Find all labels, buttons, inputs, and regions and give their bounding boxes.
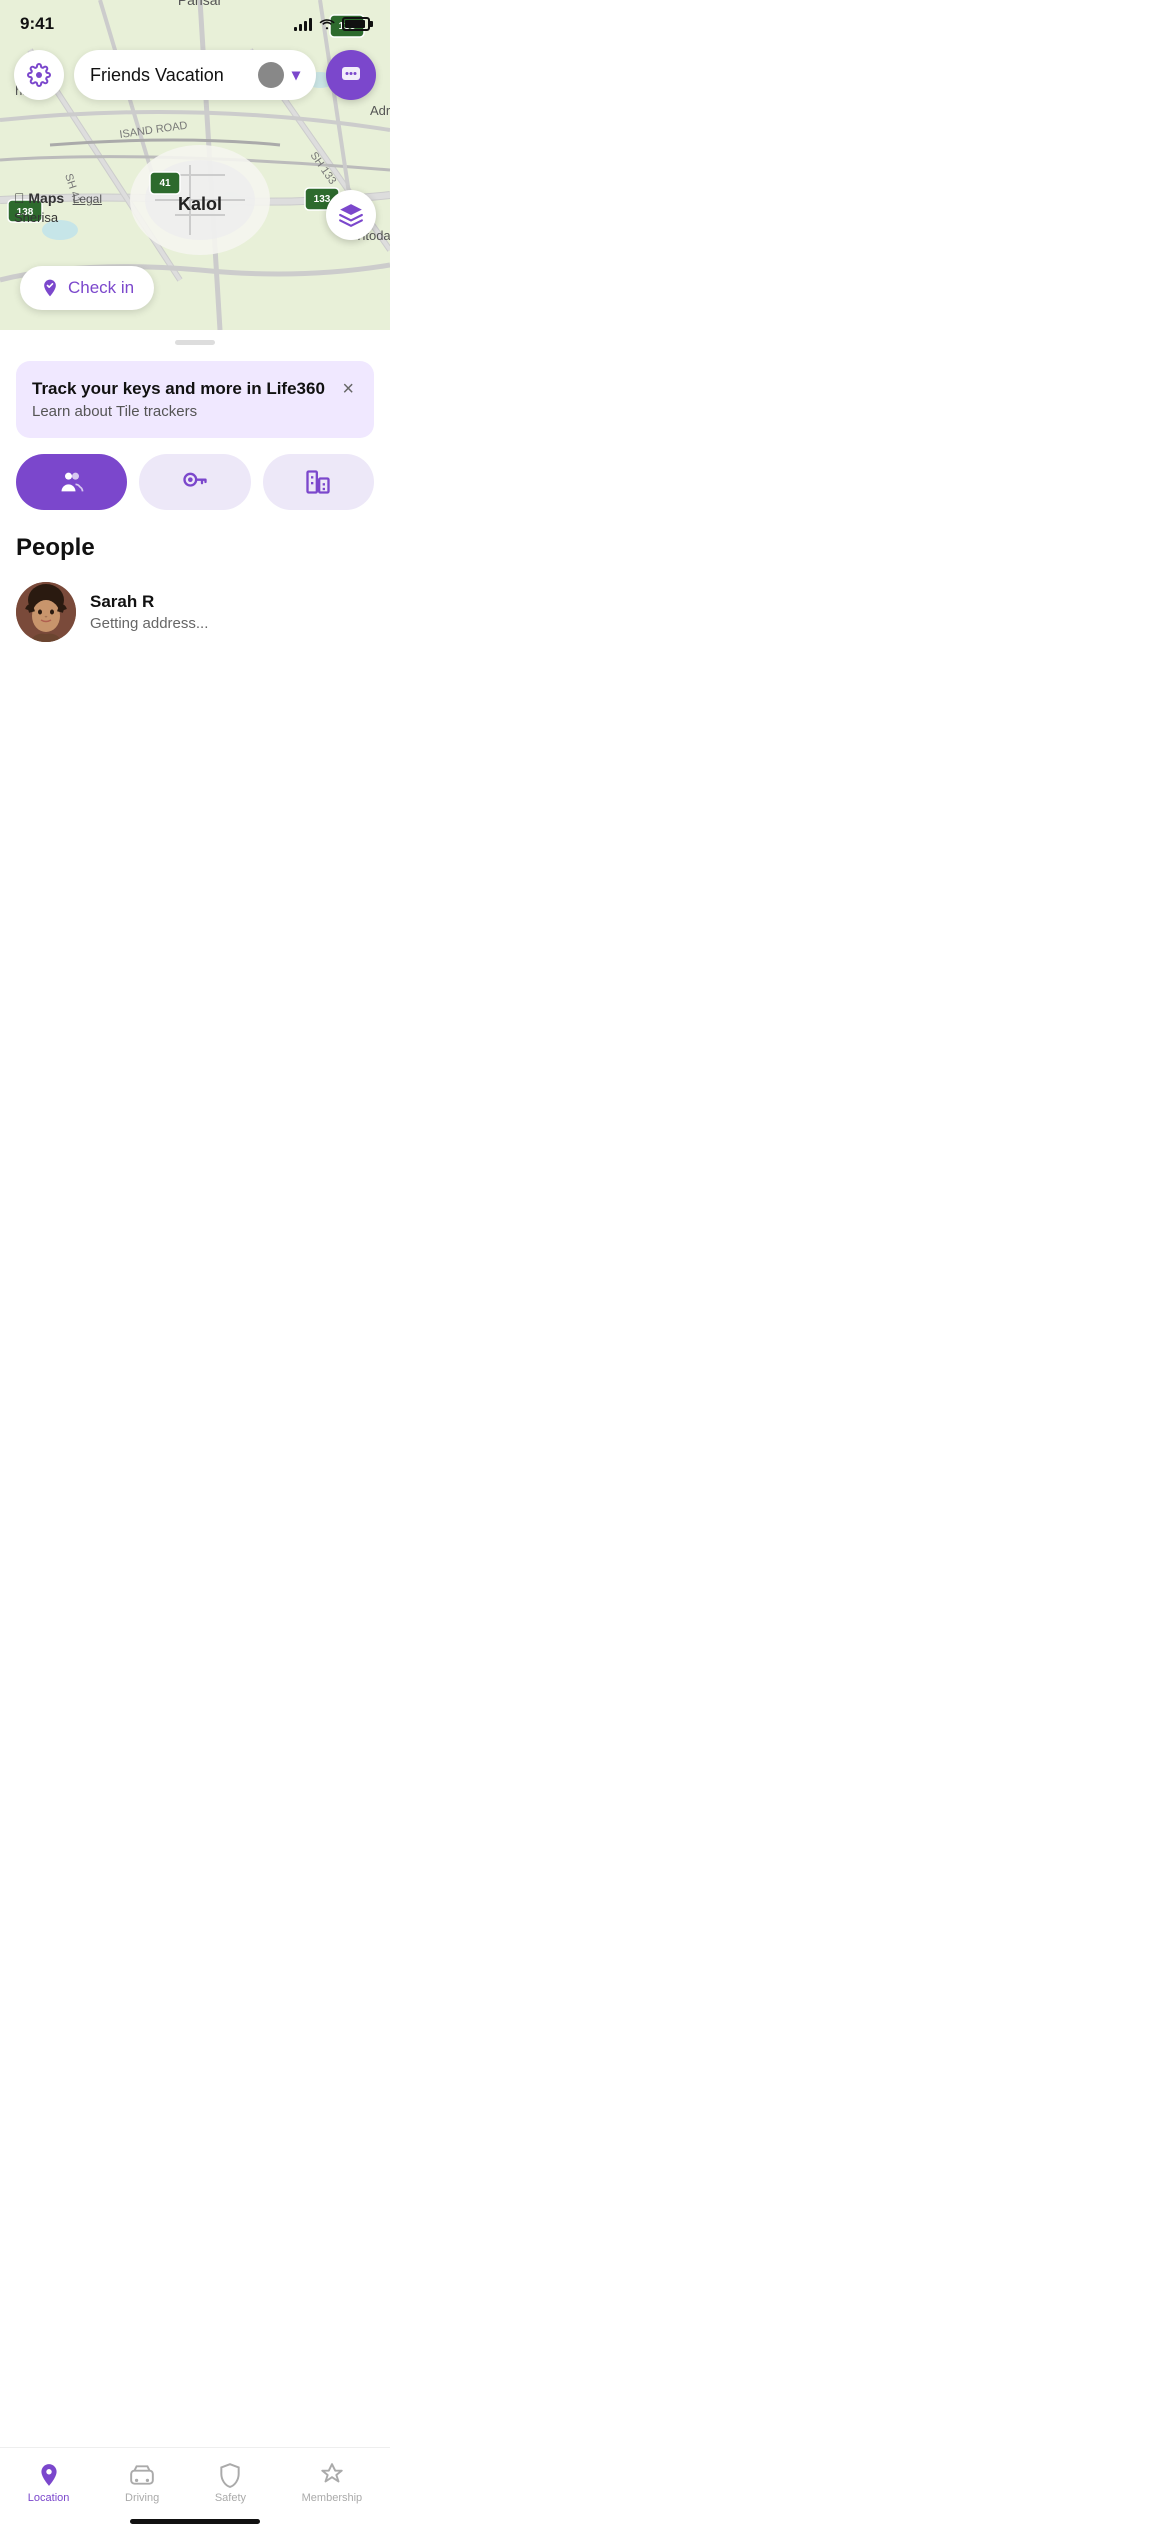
location-nav-label: Location <box>28 2492 70 2504</box>
driving-nav-label: Driving <box>125 2492 159 2504</box>
layers-button[interactable] <box>326 190 376 240</box>
status-icons <box>294 16 370 33</box>
group-avatar <box>258 62 284 88</box>
maps-credit:  Maps Legal Sherisa <box>14 190 102 225</box>
nav-location[interactable]: Location <box>12 2458 86 2508</box>
person-info: Sarah R Getting address... <box>90 592 374 632</box>
places-tab-button[interactable] <box>263 454 374 510</box>
signal-icon <box>294 17 312 31</box>
group-selector[interactable]: Friends Vacation ▾ <box>74 50 316 100</box>
checkin-button[interactable]: Check in <box>20 266 154 310</box>
nav-membership[interactable]: Membership <box>286 2458 379 2508</box>
status-time: 9:41 <box>20 14 54 34</box>
membership-nav-label: Membership <box>302 2492 363 2504</box>
person-row[interactable]: Sarah R Getting address... <box>16 582 374 658</box>
sherisa-label: Sherisa <box>14 210 102 225</box>
chat-icon <box>339 63 363 87</box>
status-bar: 9:41 <box>0 0 390 42</box>
people-title: People <box>16 534 374 562</box>
quick-actions <box>0 454 390 510</box>
person-name: Sarah R <box>90 592 374 612</box>
nav-safety[interactable]: Safety <box>199 2458 262 2508</box>
tile-text: Track your keys and more in Life360 Lear… <box>32 379 338 420</box>
gear-icon <box>27 63 51 87</box>
tile-close-button[interactable]: × <box>338 379 358 399</box>
settings-button[interactable] <box>14 50 64 100</box>
layers-icon <box>338 202 364 228</box>
key-icon <box>181 468 209 496</box>
driving-nav-icon <box>129 2462 155 2488</box>
tile-title: Track your keys and more in Life360 <box>32 379 338 399</box>
map-view[interactable]: 138 41 133 138 Pansar hhatral Adr Titoda… <box>0 0 390 330</box>
people-tab-button[interactable] <box>16 454 127 510</box>
nav-spacer <box>0 658 390 738</box>
chevron-down-icon: ▾ <box>292 65 300 85</box>
checkin-label: Check in <box>68 278 134 298</box>
bottom-panel: Track your keys and more in Life360 Lear… <box>0 340 390 758</box>
building-icon <box>304 468 332 496</box>
nav-driving[interactable]: Driving <box>109 2458 175 2508</box>
membership-nav-icon <box>319 2462 345 2488</box>
checkin-icon <box>40 278 60 298</box>
wifi-icon <box>318 16 336 33</box>
svg-text:41: 41 <box>159 178 171 189</box>
tile-banner: Track your keys and more in Life360 Lear… <box>16 361 374 438</box>
home-indicator <box>130 2519 260 2524</box>
group-name: Friends Vacation <box>90 65 258 86</box>
tile-tab-button[interactable] <box>139 454 250 510</box>
battery-icon <box>342 17 370 31</box>
legal-link[interactable]: Legal <box>73 192 102 206</box>
tile-subtitle: Learn about Tile trackers <box>32 403 338 420</box>
people-section: People <box>0 534 390 658</box>
drag-handle[interactable] <box>175 340 215 345</box>
person-avatar <box>16 582 76 642</box>
svg-text:Kalol: Kalol <box>178 194 222 214</box>
svg-text:Adr: Adr <box>370 103 390 118</box>
chat-button[interactable] <box>326 50 376 100</box>
top-bar: Friends Vacation ▾ <box>0 50 390 100</box>
location-nav-icon <box>36 2462 62 2488</box>
person-status: Getting address... <box>90 615 374 632</box>
safety-nav-label: Safety <box>215 2492 246 2504</box>
apple-maps-logo:  Maps <box>14 190 64 206</box>
safety-nav-icon <box>217 2462 243 2488</box>
people-icon <box>58 468 86 496</box>
